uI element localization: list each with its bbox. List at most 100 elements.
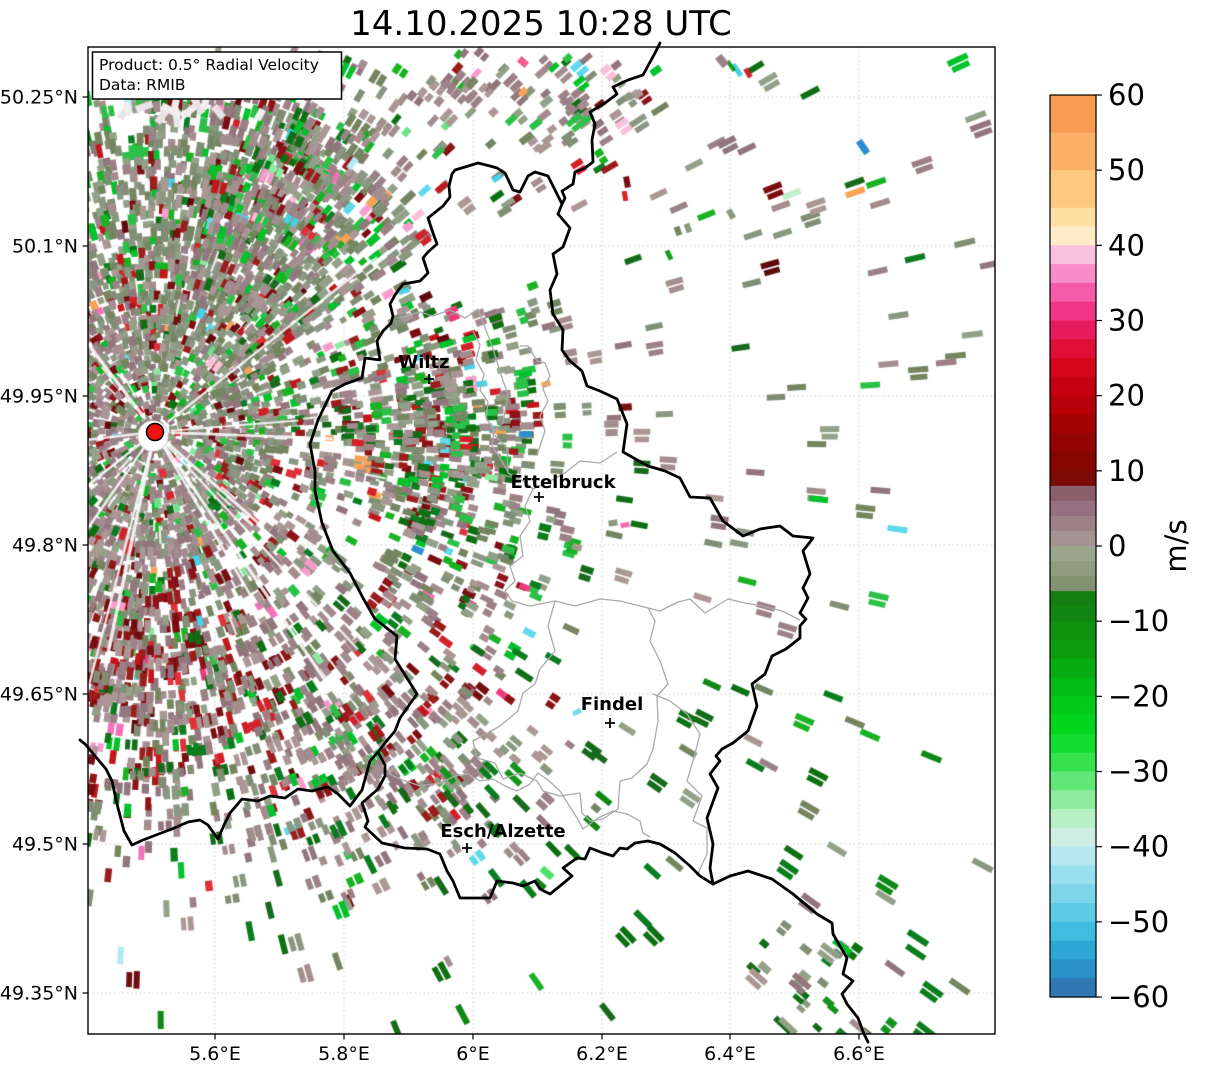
district-borders xyxy=(384,308,801,877)
district-border-path xyxy=(652,693,708,877)
figure-title: 14.10.2025 10:28 UTC xyxy=(350,4,732,44)
x-tick-label: 6.2°E xyxy=(576,1043,628,1065)
x-tick-label: 5.6°E xyxy=(189,1043,241,1065)
colorbar-band xyxy=(1050,809,1096,829)
colorbar-tick-label: −50 xyxy=(1108,905,1169,939)
colorbar-band xyxy=(1050,132,1096,171)
city-marker-icon xyxy=(462,843,472,853)
y-tick-label: 50.25°N xyxy=(0,87,78,109)
city-marker-icon xyxy=(534,492,544,502)
radar-site-dot-icon xyxy=(145,422,165,442)
city-marker-icon xyxy=(424,374,434,384)
colorbar-band xyxy=(1050,470,1096,487)
country-border-path xyxy=(711,869,870,1044)
y-tick-label: 49.5°N xyxy=(12,834,78,856)
y-tick-label: 49.35°N xyxy=(0,983,78,1005)
colorbar-tick-label: 10 xyxy=(1108,454,1145,488)
city-label: Ettelbruck xyxy=(510,472,616,493)
product-line: Product: 0.5° Radial Velocity xyxy=(99,56,319,74)
colorbar-band xyxy=(1050,358,1096,378)
district-border-path xyxy=(520,345,551,456)
colorbar-tick-label: −20 xyxy=(1108,679,1169,713)
colorbar-band xyxy=(1050,339,1096,359)
product-info-box: Product: 0.5° Radial Velocity Data: RMIB xyxy=(91,51,343,100)
colorbar-band xyxy=(1050,733,1096,754)
colorbar-band xyxy=(1050,677,1096,697)
data-source-line: Data: RMIB xyxy=(99,76,186,94)
weather-radar-figure: 14.10.2025 10:28 UTC Wiltz Ettelbruck Find… xyxy=(0,0,1207,1081)
x-tick-label: 6°E xyxy=(456,1043,490,1065)
axis-ticks-and-labels: 5.6°E 5.8°E 6°E 6.2°E 6.4°E 6.6°E 50.25°N 50.1°… xyxy=(0,87,885,1066)
colorbar-tick-label: 40 xyxy=(1108,228,1145,262)
colorbar-band xyxy=(1050,606,1096,622)
figure-overlay-svg: 14.10.2025 10:28 UTC Wiltz Ettelbruck Find… xyxy=(0,4,1193,1066)
city-label: Findel xyxy=(581,694,644,715)
colorbar-band xyxy=(1050,771,1096,791)
colorbar-tick-label: −10 xyxy=(1108,604,1169,638)
colorbar-band xyxy=(1050,264,1096,284)
colorbar-band xyxy=(1050,846,1096,867)
y-tick-label: 50.1°N xyxy=(12,236,78,258)
colorbar-band xyxy=(1050,715,1096,735)
x-tick-label: 6.6°E xyxy=(833,1043,885,1065)
country-border-path xyxy=(308,161,715,900)
colorbar: m/s 60 50 40 30 20 10 0 −10 −20 −30 −40 −50 −60 xyxy=(1049,78,1193,1014)
colorbar-tick-label: 50 xyxy=(1108,153,1145,187)
city-labels: Wiltz Ettelbruck Findel Esch/Alzette xyxy=(398,352,643,853)
colorbar-band xyxy=(1050,696,1096,716)
city-label: Esch/Alzette xyxy=(440,821,565,842)
colorbar-band xyxy=(1050,658,1096,679)
district-border-path xyxy=(472,330,509,473)
country-border-path xyxy=(548,212,815,886)
colorbar-band xyxy=(1050,301,1096,322)
district-border-path xyxy=(504,488,801,621)
colorbar-band xyxy=(1050,433,1096,453)
colorbar-band xyxy=(1050,959,1096,979)
colorbar-band xyxy=(1050,561,1096,577)
colorbar-band xyxy=(1050,452,1096,472)
colorbar-band xyxy=(1050,376,1096,397)
district-border-path xyxy=(398,308,618,490)
x-tick-label: 5.8°E xyxy=(318,1043,370,1065)
colorbar-band xyxy=(1050,226,1096,246)
radar-site xyxy=(137,420,169,452)
colorbar-band xyxy=(1050,865,1096,885)
colorbar-band xyxy=(1050,485,1096,502)
colorbar-tick-label: 0 xyxy=(1108,529,1126,563)
colorbar-band xyxy=(1050,827,1096,848)
city-label: Wiltz xyxy=(398,352,449,373)
colorbar-band xyxy=(1050,790,1096,810)
colorbar-band xyxy=(1050,207,1096,228)
city-marker-icon xyxy=(605,718,615,728)
country-border-path xyxy=(78,738,380,847)
colorbar-band xyxy=(1050,320,1096,340)
colorbar-tick-label: 30 xyxy=(1108,304,1145,338)
colorbar-band xyxy=(1050,639,1096,660)
colorbar-tick-label: 20 xyxy=(1108,379,1145,413)
colorbar-band xyxy=(1050,500,1096,517)
colorbar-band xyxy=(1050,546,1096,562)
colorbar-band xyxy=(1050,921,1096,942)
colorbar-band xyxy=(1050,884,1096,904)
map-frame xyxy=(87,46,996,1035)
colorbar-band xyxy=(1050,245,1096,265)
colorbar-band xyxy=(1050,940,1096,961)
colorbar-band xyxy=(1050,530,1096,547)
colorbar-band xyxy=(1050,978,1096,998)
colorbar-tick-label: −40 xyxy=(1108,830,1169,864)
colorbar-band xyxy=(1050,282,1096,303)
colorbar-band xyxy=(1050,752,1096,773)
colorbar-band xyxy=(1050,395,1096,416)
colorbar-band xyxy=(1050,170,1096,209)
colorbar-unit-label: m/s xyxy=(1159,519,1193,572)
country-borders xyxy=(78,41,870,1044)
colorbar-tick-label: −60 xyxy=(1108,980,1169,1014)
colorbar-band xyxy=(1050,903,1096,923)
colorbar-band xyxy=(1050,576,1096,592)
colorbar-band xyxy=(1050,95,1096,134)
y-tick-label: 49.65°N xyxy=(0,684,78,706)
colorbar-band xyxy=(1050,414,1096,434)
country-border-path xyxy=(560,41,662,206)
y-tick-label: 49.8°N xyxy=(12,535,78,557)
colorbar-band xyxy=(1050,621,1096,641)
